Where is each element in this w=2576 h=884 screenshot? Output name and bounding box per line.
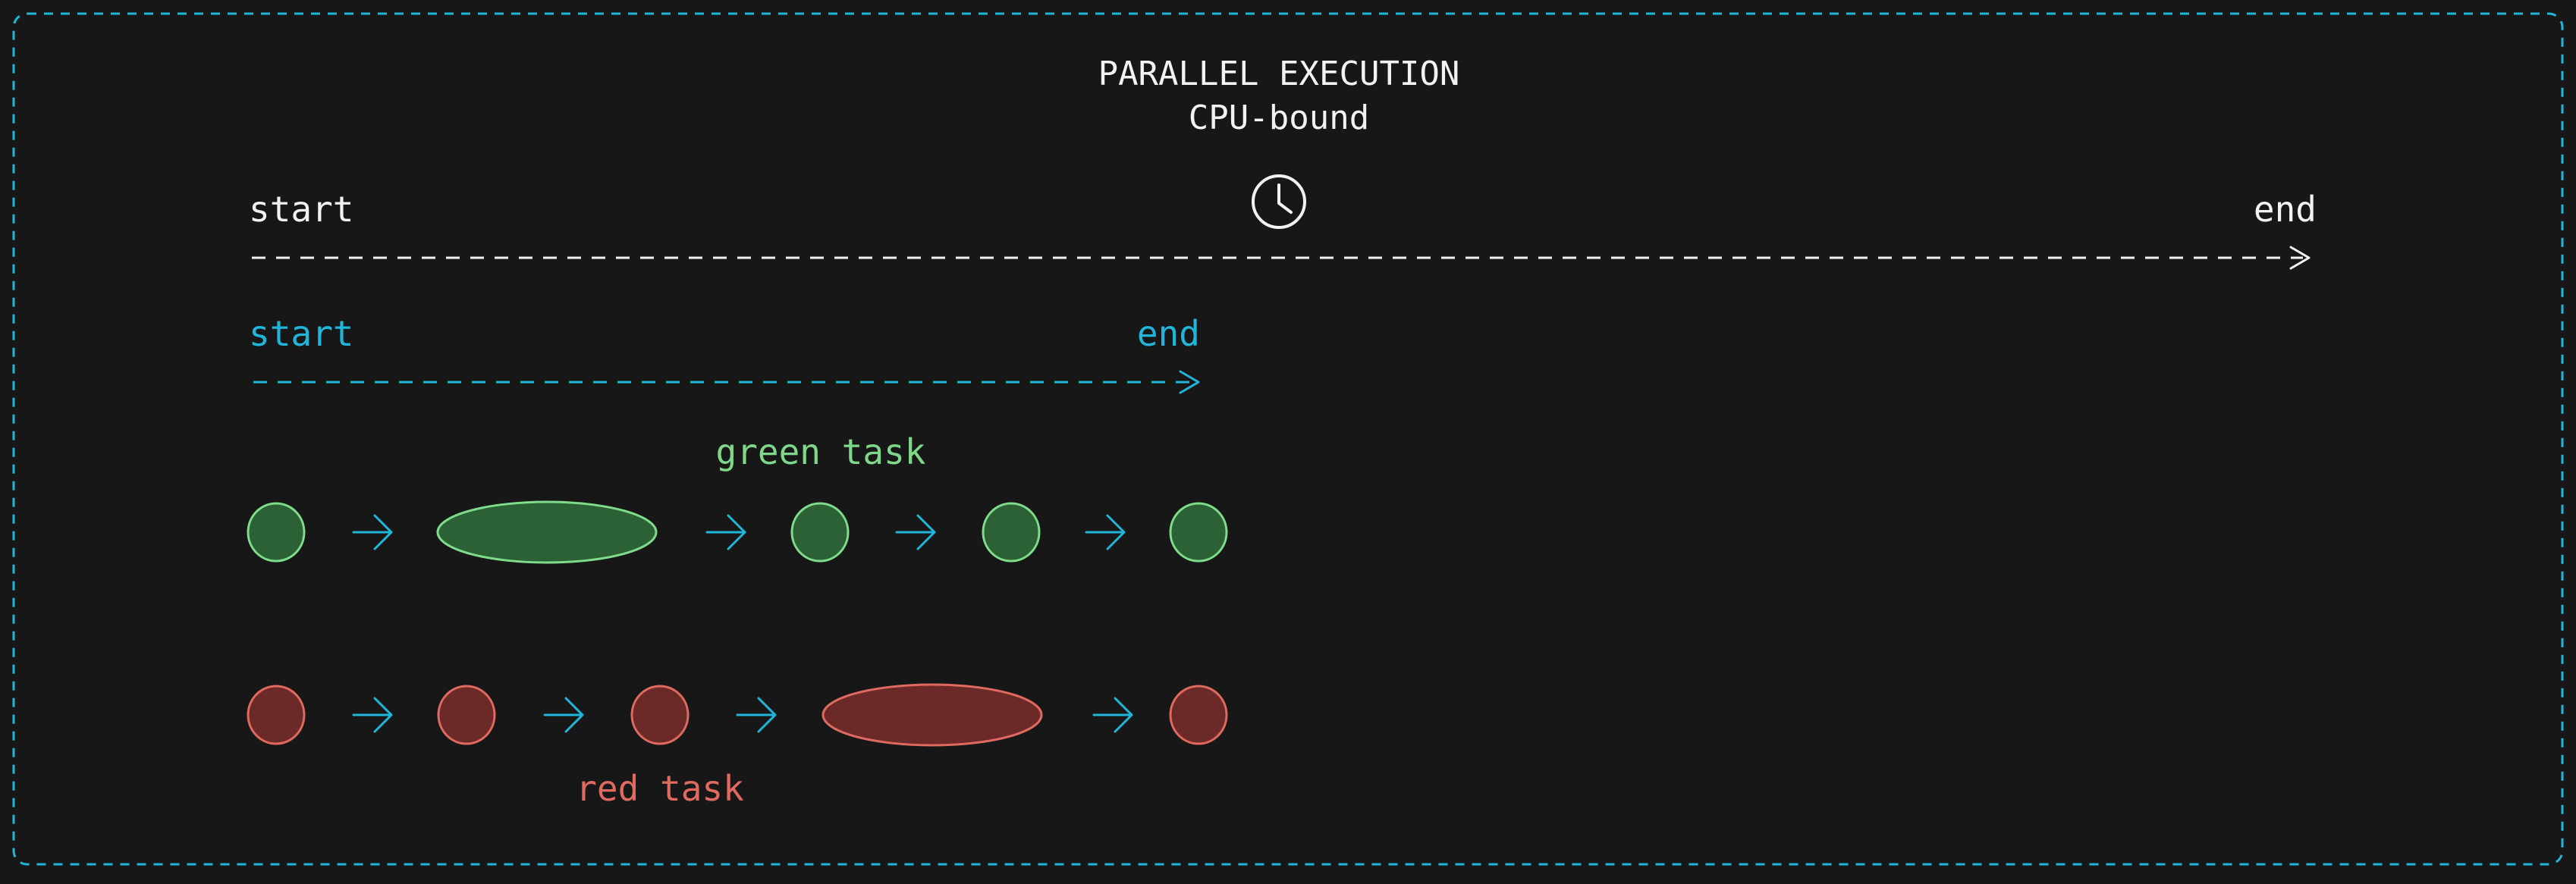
overall-end-label: end [2254, 189, 2317, 230]
green-step-5 [1169, 502, 1228, 563]
diagram-title: PARALLEL EXECUTION [1098, 55, 1460, 93]
parallel-timeline-arrow [253, 370, 1200, 394]
arrow-right-icon [705, 514, 746, 550]
green-step-4 [982, 502, 1041, 563]
green-task-label: green task [716, 431, 926, 472]
clock-icon [1252, 174, 1306, 229]
arrow-right-icon [1085, 514, 1126, 550]
parallel-end-label: end [1137, 313, 1200, 354]
arrow-right-icon [352, 514, 393, 550]
green-step-2-long [436, 500, 658, 564]
red-task-label: red task [576, 768, 744, 809]
red-step-3 [630, 685, 690, 745]
red-step-2 [437, 685, 496, 745]
arrow-right-icon [352, 697, 393, 733]
green-task-row [247, 500, 1228, 564]
arrow-right-icon [895, 514, 936, 550]
arrow-right-icon [543, 697, 584, 733]
parallel-start-label: start [249, 313, 353, 354]
diagram-frame [12, 12, 2564, 866]
red-task-row [247, 683, 1228, 747]
red-step-4-long [821, 683, 1043, 747]
arrow-right-icon [736, 697, 777, 733]
diagram-canvas: PARALLEL EXECUTION CPU-bound start end s… [0, 0, 2576, 880]
red-step-1 [247, 685, 306, 745]
parallel-execution-diagram: PARALLEL EXECUTION CPU-bound start end s… [12, 12, 2564, 866]
red-step-5 [1169, 685, 1228, 745]
overall-timeline-arrow [252, 246, 2311, 270]
overall-start-label: start [249, 189, 353, 230]
arrow-right-icon [1092, 697, 1133, 733]
green-step-3 [790, 502, 850, 563]
green-step-1 [247, 502, 306, 563]
diagram-subtitle: CPU-bound [1189, 99, 1369, 137]
